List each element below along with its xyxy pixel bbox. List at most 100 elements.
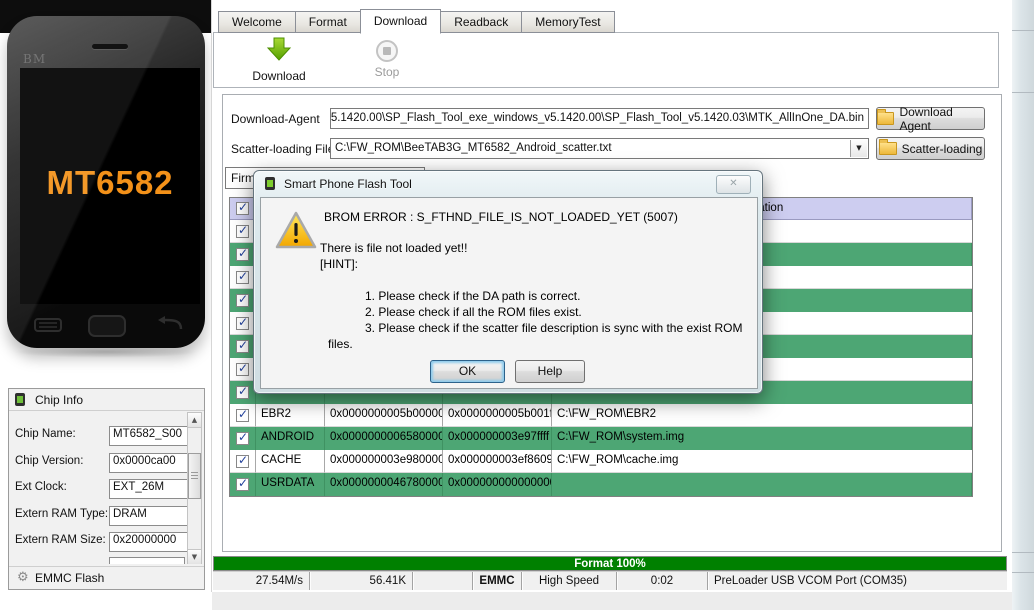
cell-begin-address: 0x0000000006580000: [325, 427, 443, 450]
error-hint-line: 3. Please check if the scatter file desc…: [365, 321, 743, 335]
tab-readback[interactable]: Readback: [440, 11, 523, 33]
phone-earpiece: [92, 44, 128, 49]
status-cell: [413, 572, 473, 590]
status-cell: EMMC: [473, 572, 522, 590]
row-checkbox[interactable]: [236, 362, 249, 376]
divider: [1012, 92, 1034, 93]
chip-field-label: Ext Clock:: [15, 481, 67, 493]
phone-menu-icon: [34, 318, 62, 332]
dialog-title: Smart Phone Flash Tool: [284, 177, 412, 191]
chip-field-value[interactable]: EXT_26M: [109, 479, 188, 499]
phone-home-icon: [88, 315, 126, 337]
table-row[interactable]: USRDATA0x00000000467800000x0000000000000…: [230, 473, 972, 496]
toolbar: Download Stop: [213, 32, 999, 88]
scatter-loading-button[interactable]: Scatter-loading: [876, 137, 985, 160]
status-cell: PreLoader USB VCOM Port (COM35): [714, 575, 908, 587]
checkbox-cell: [230, 450, 256, 473]
select-all-checkbox[interactable]: [236, 201, 249, 215]
cell-end-address: 0x000000003e97ffff: [443, 427, 552, 450]
status-cell: High Speed: [522, 572, 617, 590]
table-row[interactable]: EBR20x0000000005b000000x0000000005b001ff…: [230, 404, 972, 427]
error-hint-line: 2. Please check if all the ROM files exi…: [365, 305, 582, 319]
cell-begin-address: 0x0000000046780000: [325, 473, 443, 496]
cell-name: CACHE: [256, 450, 325, 473]
divider: [9, 566, 204, 567]
row-checkbox[interactable]: [236, 224, 249, 238]
scatter-file-input[interactable]: C:\FW_ROM\BeeTAB3G_MT6582_Android_scatte…: [330, 138, 869, 159]
row-checkbox[interactable]: [236, 408, 249, 422]
chip-field-label: Chip Version:: [15, 455, 84, 467]
table-row[interactable]: CACHE0x000000003e9800000x000000003ef8609…: [230, 450, 972, 473]
chip-field-label: Extern RAM Type:: [15, 508, 109, 520]
row-checkbox[interactable]: [236, 316, 249, 330]
cell-name: USRDATA: [256, 473, 325, 496]
chip-field-value[interactable]: MT6582_S00: [109, 426, 188, 446]
progress-bar: Format 100%: [213, 556, 1007, 571]
divider: [1012, 572, 1034, 573]
phone-chip-text: MT6582: [46, 164, 174, 201]
download-agent-button[interactable]: Download Agent: [876, 105, 985, 133]
status-bar: 27.54M/s 56.41K EMMC High Speed 0:02 PreLoade…: [213, 571, 1007, 590]
tab-welcome[interactable]: Welcome: [218, 11, 296, 33]
row-checkbox[interactable]: [236, 454, 249, 468]
row-checkbox[interactable]: [236, 477, 249, 491]
row-checkbox[interactable]: [236, 431, 249, 445]
chip-field-partial: [109, 557, 185, 564]
stop-icon: [376, 40, 398, 62]
error-hint-header: [HINT]:: [320, 257, 358, 271]
chip-field-value[interactable]: DRAM: [109, 506, 188, 526]
row-checkbox[interactable]: [236, 385, 249, 399]
download-arrow-icon: [266, 37, 292, 61]
cell-name: EBR2: [256, 404, 325, 427]
cell-location: C:\FW_ROM\system.img: [552, 427, 972, 450]
gear-icon: ⚙: [17, 570, 29, 585]
scroll-up-arrow[interactable]: ▲: [188, 413, 201, 428]
row-checkbox[interactable]: [236, 247, 249, 261]
warning-icon: [275, 211, 317, 249]
error-dialog: Smart Phone Flash Tool ✕ BROM ERROR : S_…: [253, 170, 763, 394]
stop-button[interactable]: Stop: [362, 37, 412, 85]
cell-location: C:\FW_ROM\cache.img: [552, 450, 972, 473]
chip-info-panel: Chip Info Chip Name: MT6582_S00 Chip Versi…: [8, 388, 205, 590]
error-message-line: There is file not loaded yet!!: [320, 241, 468, 255]
checkbox-cell: [230, 473, 256, 496]
download-agent-label: Download-Agent: [231, 112, 320, 126]
folder-icon: [878, 139, 897, 155]
error-code-text: BROM ERROR : S_FTHND_FILE_IS_NOT_LOADED_…: [324, 210, 678, 224]
tab-bar: Welcome Format Download Readback MemoryTest: [218, 9, 615, 34]
cell-end-address: 0x0000000005b001ff: [443, 404, 552, 427]
close-icon[interactable]: ✕: [716, 175, 751, 194]
chip-field-value[interactable]: 0x20000000: [109, 532, 188, 552]
dialog-app-icon: [265, 177, 275, 190]
scroll-down-arrow[interactable]: ▼: [188, 549, 201, 564]
tab-memorytest[interactable]: MemoryTest: [521, 11, 615, 33]
status-cell: 0:02: [617, 572, 708, 590]
chip-field-value[interactable]: 0x0000ca00: [109, 453, 188, 473]
cell-location: [552, 473, 972, 496]
cell-location: C:\FW_ROM\EBR2: [552, 404, 972, 427]
phone-shadow: [14, 346, 198, 358]
cell-name: ANDROID: [256, 427, 325, 450]
tab-format[interactable]: Format: [294, 11, 361, 33]
table-row[interactable]: ANDROID0x00000000065800000x000000003e97f…: [230, 427, 972, 450]
status-cell: 27.54M/s: [213, 572, 310, 590]
row-checkbox[interactable]: [236, 293, 249, 307]
divider: [9, 410, 204, 411]
download-agent-input[interactable]: idows_v5.1420.00\SP_Flash_Tool_exe_windo…: [330, 108, 869, 129]
download-button[interactable]: Download: [244, 37, 314, 85]
chip-info-icon: [15, 393, 25, 406]
chip-info-scrollbar[interactable]: ▲ ▼: [187, 412, 202, 564]
phone-image: BM MT6582: [7, 16, 205, 348]
combo-dropdown-arrow-icon[interactable]: ▼: [850, 140, 867, 157]
tab-download[interactable]: Download: [359, 9, 442, 34]
ok-button[interactable]: OK: [430, 360, 505, 383]
phone-back-icon: [158, 316, 183, 330]
cell-end-address: 0x0000000000000000: [443, 473, 552, 496]
checkbox-cell: [230, 404, 256, 427]
status-cell: 56.41K: [310, 572, 413, 590]
row-checkbox[interactable]: [236, 270, 249, 284]
scroll-thumb[interactable]: [188, 453, 201, 499]
cell-begin-address: 0x000000003e980000: [325, 450, 443, 473]
help-button[interactable]: Help: [515, 360, 585, 383]
row-checkbox[interactable]: [236, 339, 249, 353]
